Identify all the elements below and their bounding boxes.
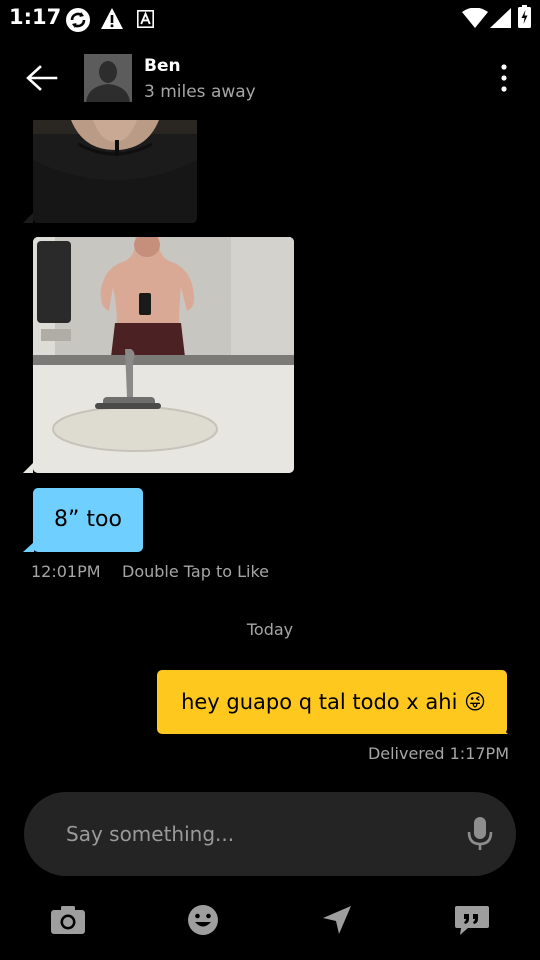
- emoji-button[interactable]: [183, 900, 223, 940]
- avatar[interactable]: [84, 54, 132, 102]
- profile-name[interactable]: Ben: [144, 56, 181, 76]
- message-thread[interactable]: 8” too 12:01PM Double Tap to Like Today …: [0, 118, 540, 788]
- more-vertical-icon: [501, 64, 507, 92]
- outgoing-bubble-tail: [497, 724, 508, 734]
- back-button[interactable]: [20, 58, 64, 98]
- incoming-message-bubble[interactable]: 8” too: [33, 488, 143, 552]
- sync-icon: [66, 8, 90, 32]
- back-arrow-icon: [26, 65, 58, 91]
- more-options-button[interactable]: [490, 58, 518, 98]
- chat-header: Ben 3 miles away: [0, 38, 540, 118]
- date-divider: Today: [246, 620, 294, 639]
- camera-icon: [51, 906, 85, 934]
- photo-tail: [23, 213, 33, 223]
- microphone-icon: [467, 817, 493, 850]
- wifi-icon: [462, 8, 488, 28]
- profile-distance: 3 miles away: [144, 82, 256, 102]
- smiley-icon: [188, 905, 218, 935]
- received-photo[interactable]: [33, 120, 197, 223]
- received-photo[interactable]: [33, 237, 294, 473]
- double-tap-hint: Double Tap to Like: [122, 562, 269, 581]
- message-input[interactable]: [66, 792, 446, 876]
- battery-icon: [518, 5, 531, 28]
- outgoing-message-bubble[interactable]: hey guapo q tal todo x ahi 😜: [157, 670, 507, 734]
- photo-image: [33, 120, 197, 223]
- warning-icon: [101, 8, 123, 29]
- message-composer: [24, 792, 516, 876]
- chat-toolbar: [0, 890, 540, 950]
- status-time: 1:17: [9, 5, 62, 29]
- default-avatar-icon: [84, 54, 132, 102]
- cellular-signal-icon: [490, 8, 511, 28]
- message-timestamp: 12:01PM: [31, 562, 101, 581]
- voice-message-button[interactable]: [464, 816, 496, 852]
- quick-phrases-button[interactable]: [452, 900, 492, 940]
- share-location-button[interactable]: [317, 900, 357, 940]
- quote-bubble-icon: [455, 906, 489, 935]
- status-bar: 1:17: [0, 0, 540, 38]
- photo-tail: [23, 463, 33, 473]
- camera-button[interactable]: [48, 900, 88, 940]
- font-app-icon: [137, 10, 154, 28]
- delivery-status: Delivered 1:17PM: [367, 744, 509, 763]
- location-arrow-icon: [323, 906, 351, 934]
- incoming-bubble-tail: [23, 542, 34, 552]
- photo-image: [33, 237, 294, 473]
